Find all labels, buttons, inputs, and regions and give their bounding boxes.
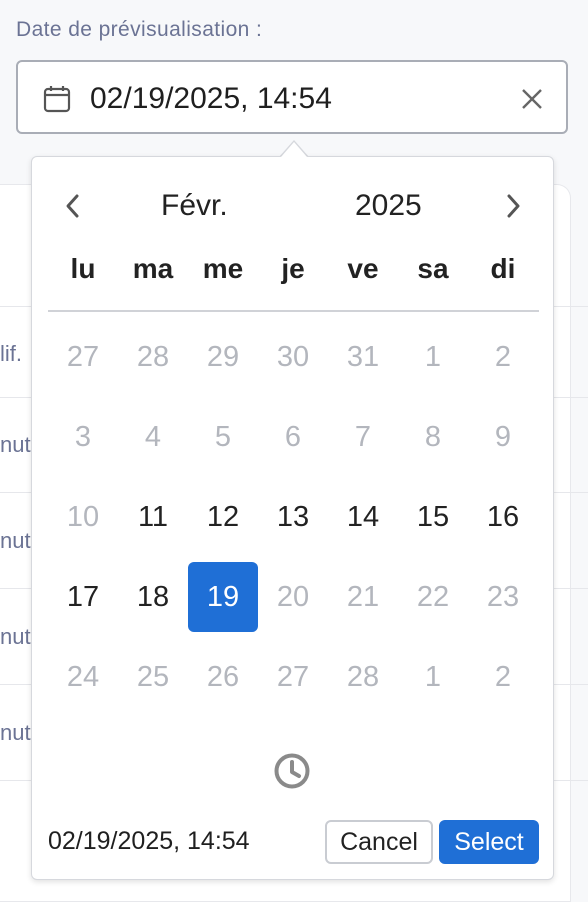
weekday-label: sa <box>417 253 449 284</box>
weekday-label: ma <box>132 253 174 284</box>
day-cell[interactable]: 1 <box>398 642 468 712</box>
day-cell[interactable]: 29 <box>188 322 258 392</box>
chevron-right-icon[interactable] <box>498 189 528 223</box>
day-cell[interactable]: 15 <box>398 482 468 552</box>
day-cell[interactable]: 31 <box>328 322 398 392</box>
day-cell[interactable]: 21 <box>328 562 398 632</box>
day-cell[interactable]: 26 <box>188 642 258 712</box>
day-cell[interactable]: 9 <box>468 402 538 472</box>
table-cell: nut <box>0 528 31 553</box>
day-cell-selected[interactable]: 19 <box>188 562 258 632</box>
day-cell[interactable]: 5 <box>188 402 258 472</box>
day-cell[interactable]: 11 <box>118 482 188 552</box>
field-label: Date de prévisualisation : <box>16 18 263 41</box>
close-icon[interactable] <box>518 85 546 113</box>
day-cell[interactable]: 22 <box>398 562 468 632</box>
day-cell[interactable]: 28 <box>118 322 188 392</box>
calendar-icon <box>42 84 72 114</box>
day-cell[interactable]: 2 <box>468 322 538 392</box>
day-cell[interactable]: 2 <box>468 642 538 712</box>
day-cell[interactable]: 3 <box>48 402 118 472</box>
table-cell: nut <box>0 720 31 745</box>
date-input-value[interactable]: 02/19/2025, 14:54 <box>90 82 332 116</box>
day-cell[interactable]: 14 <box>328 482 398 552</box>
year-label[interactable]: 2025 <box>355 189 422 223</box>
day-cell[interactable]: 24 <box>48 642 118 712</box>
table-cell: nut <box>0 624 31 649</box>
chevron-left-icon[interactable] <box>58 189 88 223</box>
weekday-label: di <box>490 253 516 284</box>
month-label[interactable]: Févr. <box>161 189 228 223</box>
clock-icon[interactable] <box>272 751 312 791</box>
day-cell[interactable]: 7 <box>328 402 398 472</box>
cancel-button[interactable]: Cancel <box>325 820 433 864</box>
day-cell[interactable]: 8 <box>398 402 468 472</box>
weekday-divider <box>48 310 539 312</box>
day-cell[interactable]: 27 <box>48 322 118 392</box>
day-cell[interactable]: 23 <box>468 562 538 632</box>
date-input[interactable]: 02/19/2025, 14:54 <box>16 60 568 134</box>
day-cell[interactable]: 27 <box>258 642 328 712</box>
weekday-label: ve <box>347 253 379 284</box>
day-cell[interactable]: 30 <box>258 322 328 392</box>
day-cell[interactable]: 25 <box>118 642 188 712</box>
selected-datetime: 02/19/2025, 14:54 <box>48 827 250 855</box>
day-cell[interactable]: 28 <box>328 642 398 712</box>
day-cell[interactable]: 10 <box>48 482 118 552</box>
weekday-label: je <box>281 253 305 284</box>
popup-arrow-fill <box>281 142 307 157</box>
date-picker-popup: Févr. 2025 lu ma me je ve sa di 27 28 29 30 31 1 2 3 4… <box>31 156 554 880</box>
day-cell[interactable]: 16 <box>468 482 538 552</box>
day-cell[interactable]: 13 <box>258 482 328 552</box>
day-cell[interactable]: 4 <box>118 402 188 472</box>
weekday-label: lu <box>70 253 96 284</box>
table-cell: lif. <box>0 341 22 366</box>
day-cell[interactable]: 17 <box>48 562 118 632</box>
day-cell[interactable]: 18 <box>118 562 188 632</box>
day-cell[interactable]: 6 <box>258 402 328 472</box>
weekday-label: me <box>202 253 244 284</box>
day-cell[interactable]: 1 <box>398 322 468 392</box>
day-cell[interactable]: 20 <box>258 562 328 632</box>
table-cell: nut <box>0 432 31 457</box>
select-button[interactable]: Select <box>439 820 539 864</box>
day-cell[interactable]: 12 <box>188 482 258 552</box>
